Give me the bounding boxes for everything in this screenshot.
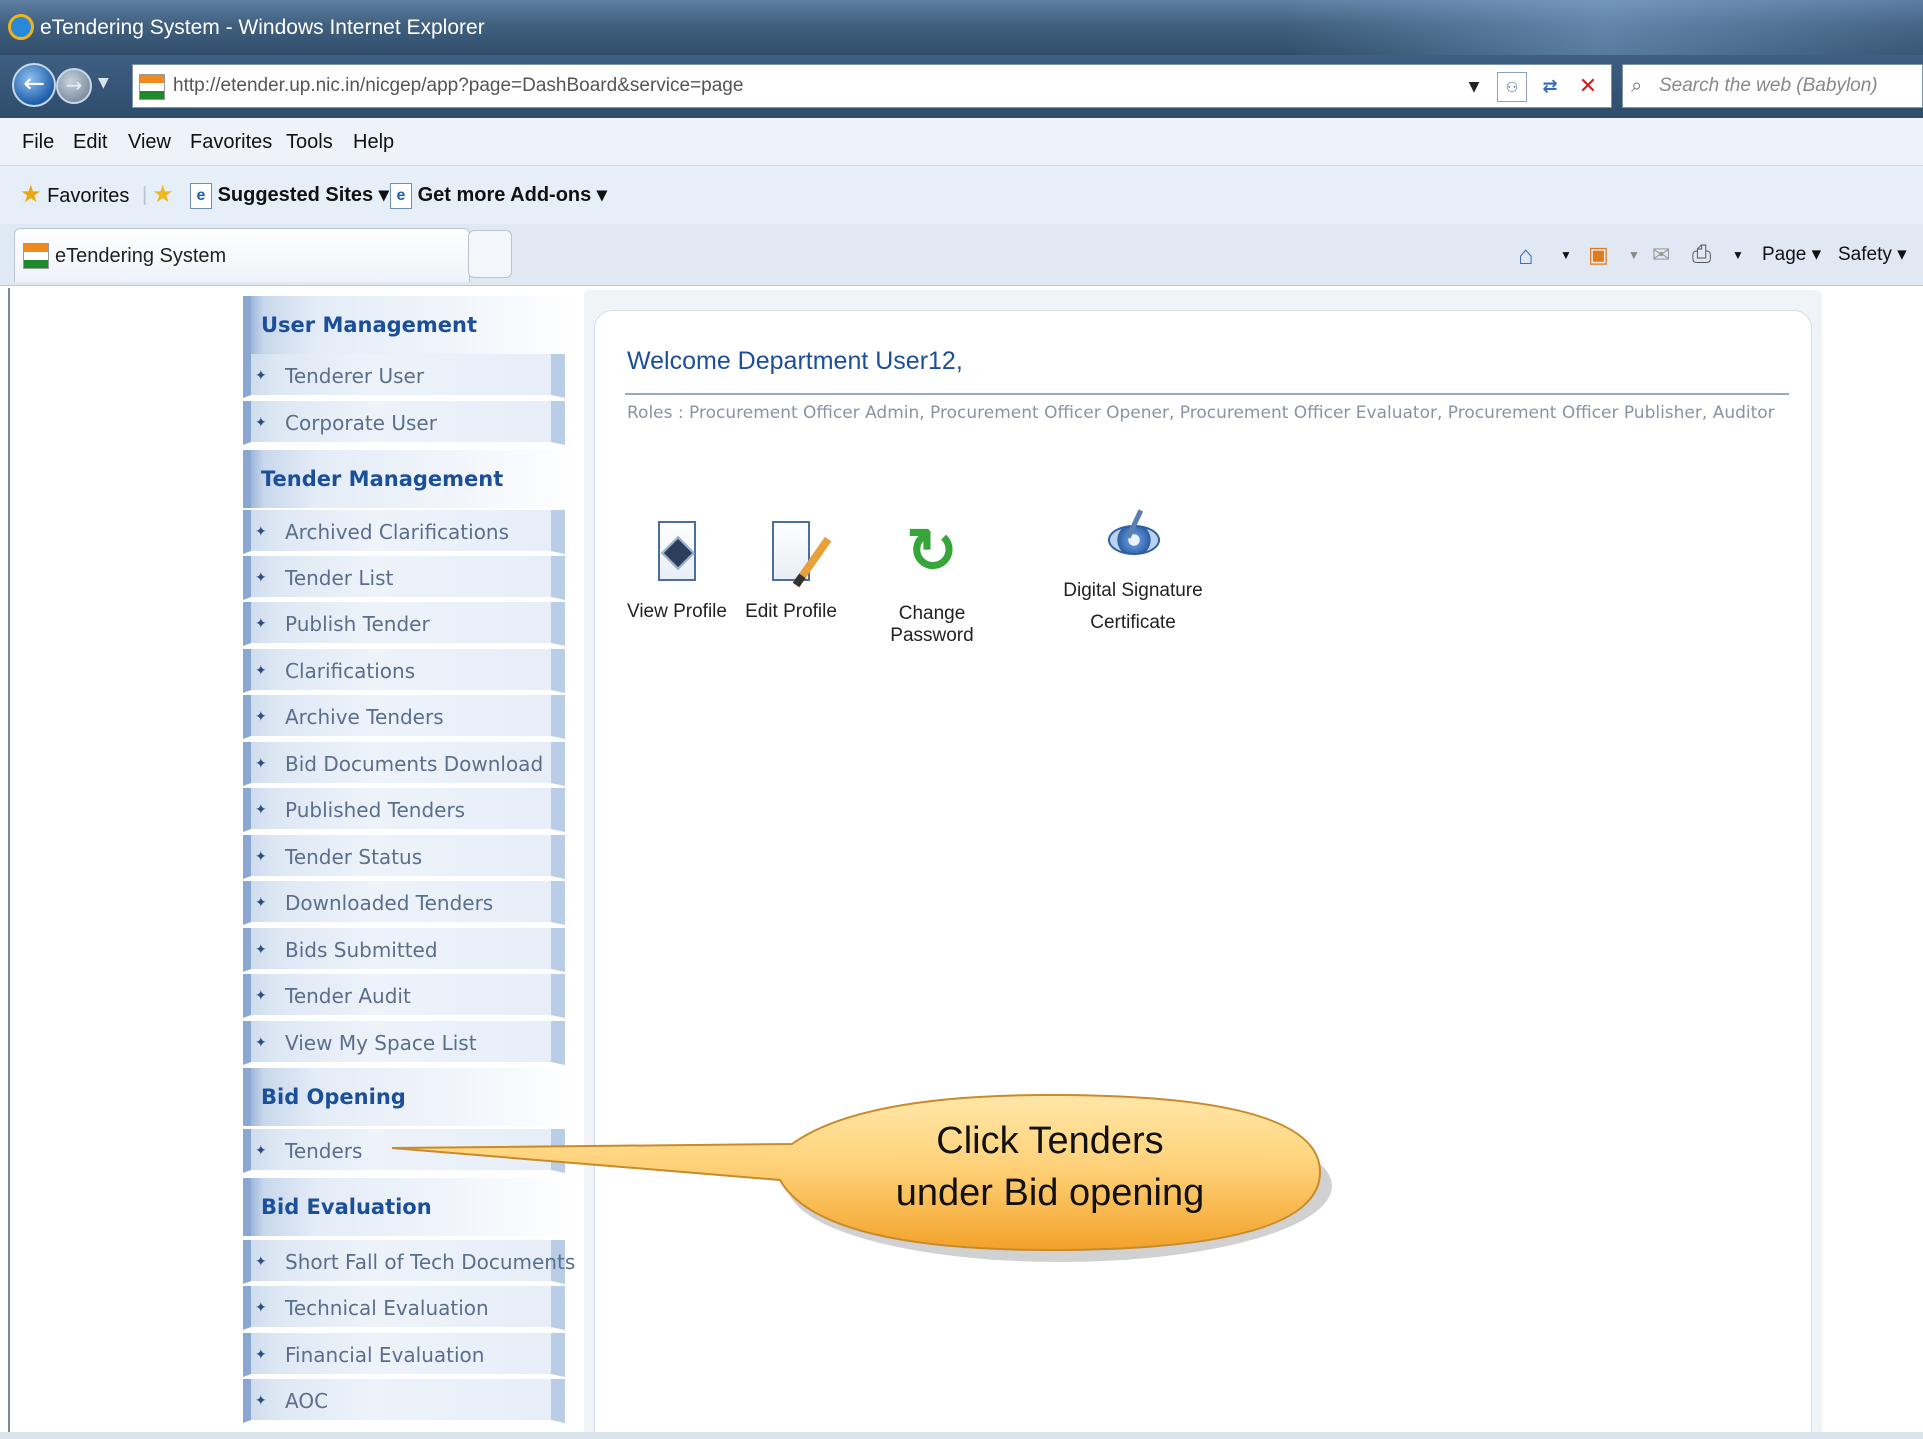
status-bar <box>0 1432 1923 1439</box>
callout-line2: under Bid opening <box>895 1172 1205 1214</box>
callout-text: Click Tenders under Bid opening <box>830 1115 1270 1219</box>
callout-bubble <box>391 1093 1332 1262</box>
callout-line1: Click Tenders <box>936 1120 1164 1162</box>
